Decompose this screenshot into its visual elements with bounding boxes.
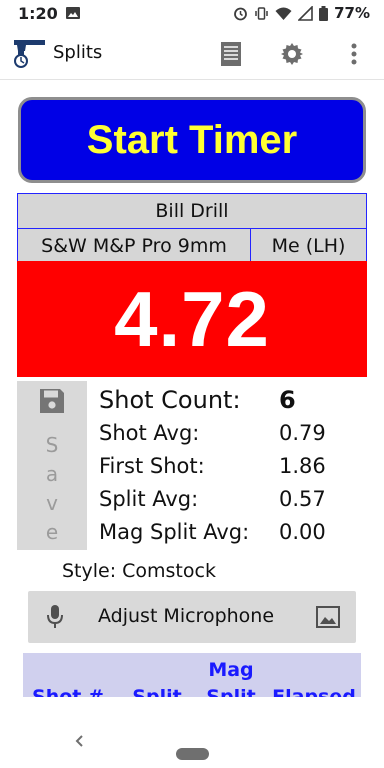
column-header-split[interactable]: Split — [127, 686, 187, 697]
settings-button[interactable] — [278, 40, 306, 68]
stat-row-first-shot: First Shot: 1.86 — [99, 452, 369, 485]
app-title: Splits — [53, 42, 103, 63]
stat-row-mag-split-avg: Mag Split Avg: 0.00 — [99, 518, 369, 551]
stat-row-shot-avg: Shot Avg: 0.79 — [99, 419, 369, 452]
drill-info: Bill Drill S&W M&P Pro 9mm Me (LH) — [17, 193, 367, 263]
status-time: 1:20 — [18, 4, 58, 23]
stat-value: 6 — [279, 386, 296, 414]
navigation-bar — [0, 714, 384, 768]
stat-label: First Shot: — [99, 454, 205, 478]
overflow-icon — [351, 43, 357, 65]
column-header-elapsed[interactable]: Elapsed — [269, 686, 359, 697]
image-icon — [316, 606, 340, 628]
total-time: 4.72 — [114, 274, 270, 363]
save-letter: e — [45, 520, 59, 544]
home-pill[interactable] — [176, 748, 209, 760]
microphone-icon — [47, 605, 63, 628]
shooter-name[interactable]: Me (LH) — [251, 229, 366, 262]
column-header-shot-number[interactable]: Shot # — [31, 686, 105, 697]
save-button[interactable]: S a v e — [17, 381, 87, 550]
start-timer-button[interactable]: Start Timer — [18, 97, 366, 183]
time-display: 4.72 — [17, 261, 367, 377]
stat-row-split-avg: Split Avg: 0.57 — [99, 485, 369, 518]
alarm-icon — [234, 7, 247, 20]
vibrate-icon — [255, 6, 268, 20]
adjust-microphone-button[interactable]: Adjust Microphone — [28, 591, 356, 643]
photo-icon — [66, 7, 80, 19]
stat-label: Shot Avg: — [99, 421, 200, 445]
stats-panel: Shot Count: 6 Shot Avg: 0.79 First Shot:… — [99, 386, 369, 551]
save-letter: a — [45, 462, 59, 486]
stat-label: Mag Split Avg: — [99, 520, 250, 544]
gear-icon — [281, 43, 303, 65]
shots-table-header: Shot # Split Mag Split Elapsed — [23, 653, 361, 697]
overflow-menu-button[interactable] — [340, 40, 368, 68]
start-timer-label: Start Timer — [86, 117, 298, 162]
stat-value: 1.86 — [279, 454, 326, 478]
list-button[interactable] — [217, 40, 245, 68]
adjust-microphone-label: Adjust Microphone — [98, 605, 275, 627]
list-icon — [221, 42, 241, 66]
app-logo-icon — [14, 40, 45, 68]
status-icons: 77% — [233, 4, 370, 22]
app-bar: Splits — [0, 28, 384, 80]
status-bar: 1:20 77% — [0, 0, 384, 28]
save-label: S a v e — [17, 431, 87, 547]
gun-name[interactable]: S&W M&P Pro 9mm — [18, 229, 251, 262]
stat-label: Shot Count: — [99, 386, 241, 414]
save-icon — [40, 389, 64, 413]
back-icon[interactable] — [72, 733, 88, 749]
style-line: Style: Comstock — [62, 560, 216, 582]
battery-percent: 77% — [334, 4, 370, 22]
save-letter: v — [46, 491, 58, 515]
stat-row-shot-count: Shot Count: 6 — [99, 386, 369, 419]
stat-value: 0.57 — [279, 487, 326, 511]
stat-value: 0.79 — [279, 421, 326, 445]
battery-icon — [319, 5, 329, 21]
wifi-icon — [275, 7, 292, 20]
save-letter: S — [45, 433, 59, 457]
signal-icon — [298, 5, 313, 21]
column-header-mag-split[interactable]: Split — [201, 686, 261, 697]
stat-value: 0.00 — [279, 520, 326, 544]
drill-gear-row: S&W M&P Pro 9mm Me (LH) — [18, 229, 366, 262]
drill-name[interactable]: Bill Drill — [18, 194, 366, 229]
style-label: Style: — [62, 560, 117, 582]
stat-label: Split Avg: — [99, 487, 199, 511]
style-value: Comstock — [122, 560, 216, 582]
column-header-mag: Mag — [208, 659, 254, 681]
